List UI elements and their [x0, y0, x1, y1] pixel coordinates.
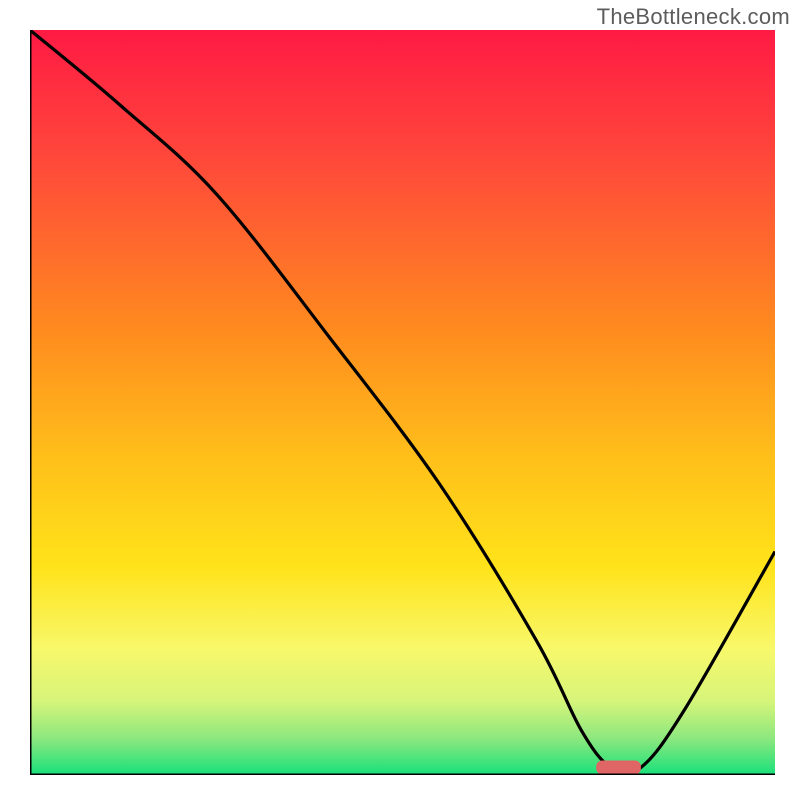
gradient-background: [30, 30, 775, 775]
optimal-marker: [596, 761, 641, 775]
chart-svg: [30, 30, 775, 775]
watermark-text: TheBottleneck.com: [597, 4, 790, 30]
chart-container: TheBottleneck.com: [0, 0, 800, 800]
